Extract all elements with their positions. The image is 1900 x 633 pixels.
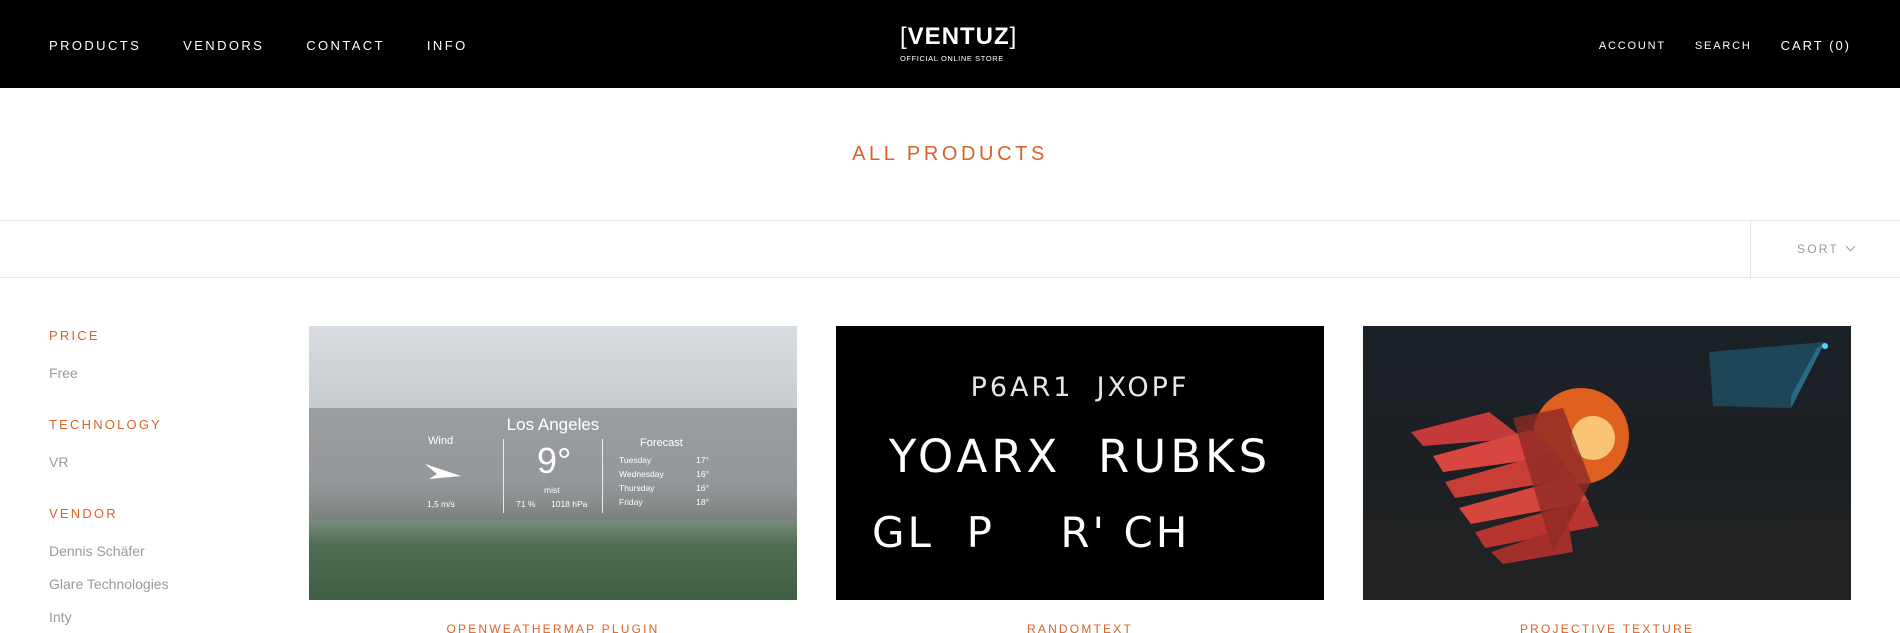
weather-condition: mist <box>544 485 560 495</box>
filter-item-vr[interactable]: VR <box>49 454 68 470</box>
filter-title-technology[interactable]: TECHNOLOGY <box>49 417 162 432</box>
forecast-row: Thursday 16° <box>619 483 709 493</box>
collection-toolbar: SORT <box>0 220 1900 278</box>
randomtext-line: GL P R' CH <box>872 508 1191 557</box>
account-nav: ACCOUNT SEARCH CART (0) <box>1570 38 1851 53</box>
logo-text: VENTUZ <box>907 23 1010 50</box>
site-header: PRODUCTS VENDORS CONTACT INFO [VENTUZ] O… <box>0 0 1900 88</box>
wind-arrow-icon <box>425 464 461 479</box>
main-nav: PRODUCTS VENDORS CONTACT INFO <box>49 38 510 53</box>
chevron-down-icon <box>1845 241 1856 251</box>
nav-products[interactable]: PRODUCTS <box>49 38 141 53</box>
nav-vendors[interactable]: VENDORS <box>183 38 264 53</box>
filter-title-vendor[interactable]: VENDOR <box>49 506 118 521</box>
weather-temperature: 9° <box>537 440 572 481</box>
weather-forecast-label: Forecast <box>640 437 683 449</box>
product-name-openweathermap[interactable]: OPENWEATHERMAP PLUGIN <box>309 622 797 633</box>
forecast-temp: 16° <box>696 483 709 493</box>
forecast-temp: 18° <box>696 497 709 507</box>
forecast-day: Wednesday <box>619 469 664 479</box>
nav-contact[interactable]: CONTACT <box>306 38 385 53</box>
sort-label: SORT <box>1797 242 1839 256</box>
forecast-row: Tuesday 17° <box>619 455 709 465</box>
nav-info[interactable]: INFO <box>427 38 468 53</box>
filter-item-free[interactable]: Free <box>49 365 78 381</box>
filter-item-dennis-schafer[interactable]: Dennis Schäfer <box>49 543 145 559</box>
account-link[interactable]: ACCOUNT <box>1599 40 1666 52</box>
weather-wind-label: Wind <box>428 435 454 447</box>
forecast-temp: 16° <box>696 469 709 479</box>
sort-button[interactable]: SORT <box>1750 221 1900 277</box>
weather-humidity: 71 % <box>516 499 536 509</box>
product-image-randomtext[interactable]: P6AR1 JXOPF YOARX RUBKS GL P R' CH <box>836 326 1324 600</box>
logo-subtitle: OFFICIAL ONLINE STORE <box>900 54 1004 63</box>
store-logo[interactable]: [VENTUZ] OFFICIAL ONLINE STORE <box>900 23 1018 64</box>
search-link[interactable]: SEARCH <box>1695 40 1752 52</box>
weather-divider <box>503 439 504 513</box>
logo-mark: [VENTUZ] <box>900 23 1018 50</box>
forecast-row: Wednesday 16° <box>619 469 709 479</box>
filter-title-price[interactable]: PRICE <box>49 328 100 343</box>
weather-pressure: 1018 hPa <box>551 499 588 509</box>
projective-texture-illustration <box>1411 342 1828 564</box>
cart-link[interactable]: CART (0) <box>1781 38 1851 53</box>
filter-item-glare-technologies[interactable]: Glare Technologies <box>49 576 169 592</box>
product-image-openweathermap[interactable]: Los Angeles Wind 1,5 m/s 9° mist 71 % 10… <box>309 326 797 600</box>
randomtext-line: P6AR1 JXOPF <box>970 372 1190 403</box>
forecast-day: Thursday <box>619 483 655 493</box>
filter-item-inty[interactable]: Inty <box>49 609 72 625</box>
forecast-row: Friday 18° <box>619 497 709 507</box>
weather-wind-speed: 1,5 m/s <box>427 499 455 509</box>
product-image-projective-texture[interactable] <box>1363 326 1851 600</box>
weather-panel: Los Angeles Wind 1,5 m/s 9° mist 71 % 10… <box>309 408 797 520</box>
forecast-day: Tuesday <box>619 455 652 465</box>
product-name-projective-texture[interactable]: PROJECTIVE TEXTURE <box>1363 622 1851 633</box>
randomtext-line: YOARX RUBKS <box>888 430 1272 483</box>
weather-divider <box>602 439 603 513</box>
product-name-randomtext[interactable]: RANDOMTEXT <box>836 622 1324 633</box>
page-title: ALL PRODUCTS <box>852 143 1048 165</box>
weather-city: Los Angeles <box>506 415 600 434</box>
forecast-day: Friday <box>619 497 643 507</box>
forecast-temp: 17° <box>696 455 709 465</box>
